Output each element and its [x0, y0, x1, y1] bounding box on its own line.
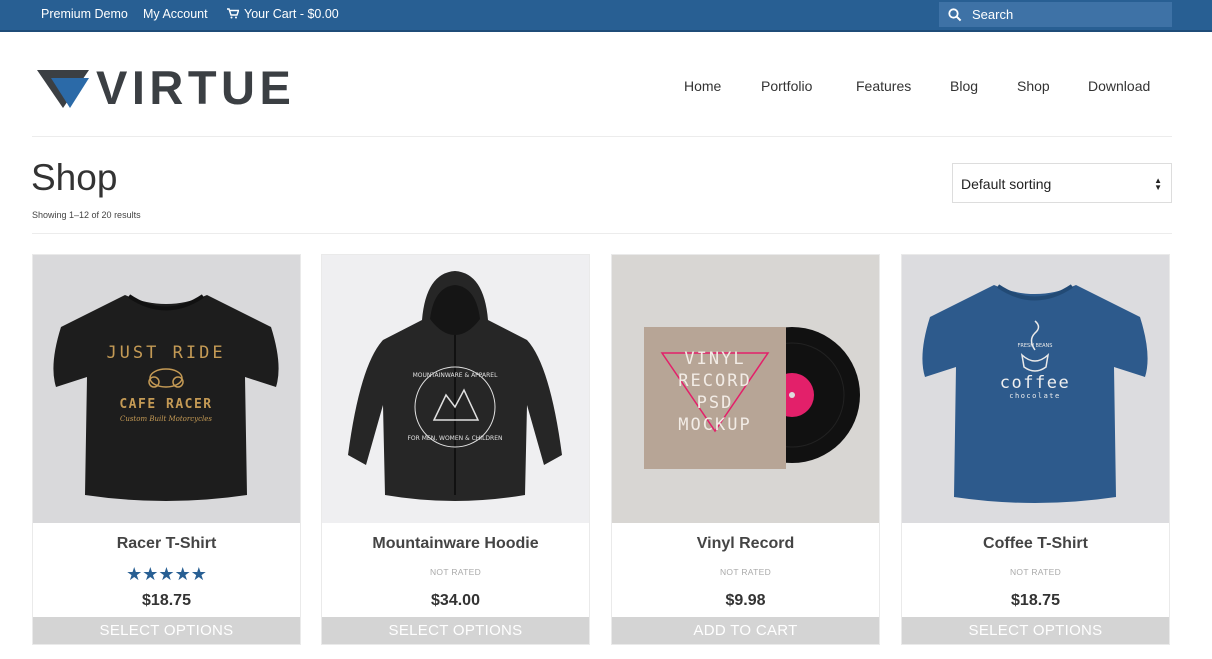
header-divider — [32, 136, 1172, 137]
svg-text:Custom Built Motorcycles: Custom Built Motorcycles — [120, 415, 212, 423]
my-account-link[interactable]: My Account — [143, 7, 208, 21]
star-rating: ★★★★★ — [126, 564, 207, 584]
nav-home[interactable]: Home — [684, 78, 721, 94]
nav-download[interactable]: Download — [1088, 78, 1150, 94]
product-image-mountainware-hoodie[interactable]: MOUNTAINWARE & APPAREL FOR MEN, WOMEN & … — [322, 255, 589, 523]
product-image-coffee-tshirt[interactable]: FRESH BEANS coffee chocolate — [902, 255, 1169, 523]
product-card: FRESH BEANS coffee chocolate Coffee T-Sh… — [901, 254, 1170, 645]
product-name[interactable]: Mountainware Hoodie — [322, 535, 589, 553]
svg-text:FOR MEN, WOMEN & CHILDREN: FOR MEN, WOMEN & CHILDREN — [407, 435, 502, 442]
product-price: $9.98 — [725, 592, 766, 609]
nav-portfolio[interactable]: Portfolio — [761, 78, 812, 94]
product-name[interactable]: Vinyl Record — [612, 535, 879, 553]
sort-select[interactable]: Default sorting ▲ ▼ — [952, 163, 1172, 203]
product-image-racer-tshirt[interactable]: JUST RIDE CAFE RACER Custom Built Motorc… — [33, 255, 300, 523]
product-name[interactable]: Racer T-Shirt — [33, 535, 300, 553]
svg-text:JUST RIDE: JUST RIDE — [106, 343, 225, 363]
tshirt-image: JUST RIDE CAFE RACER Custom Built Motorc… — [33, 255, 300, 523]
rating-status: NOT RATED — [719, 567, 772, 577]
svg-text:FRESH BEANS: FRESH BEANS — [1018, 343, 1053, 349]
logo-text: VIRTUE — [96, 61, 296, 114]
svg-text:MOUNTAINWARE & APPAREL: MOUNTAINWARE & APPAREL — [413, 372, 499, 379]
product-card: MOUNTAINWARE & APPAREL FOR MEN, WOMEN & … — [321, 254, 590, 645]
svg-text:VINYL: VINYL — [684, 349, 745, 369]
select-options-button[interactable]: Select Options — [902, 617, 1169, 644]
search-input[interactable] — [972, 4, 1162, 25]
product-name[interactable]: Coffee T-Shirt — [902, 535, 1169, 553]
cart-link[interactable]: Your Cart - $0.00 — [227, 7, 339, 21]
tshirt-image: FRESH BEANS coffee chocolate — [902, 255, 1169, 523]
product-image-vinyl-record[interactable]: VINYL RECORD PSD MOCKUP — [612, 255, 879, 523]
premium-demo-link[interactable]: Premium Demo — [41, 7, 128, 21]
nav-blog[interactable]: Blog — [950, 78, 978, 94]
select-options-button[interactable]: Select Options — [33, 617, 300, 644]
svg-text:chocolate: chocolate — [1009, 392, 1060, 400]
product-card: JUST RIDE CAFE RACER Custom Built Motorc… — [32, 254, 301, 645]
search-icon[interactable] — [948, 8, 962, 22]
svg-text:RECORD: RECORD — [678, 371, 751, 391]
result-count: Showing 1–12 of 20 results — [32, 210, 141, 220]
product-price: $18.75 — [1011, 592, 1060, 609]
product-card: VINYL RECORD PSD MOCKUP Vinyl Record NOT… — [611, 254, 880, 645]
select-arrows-icon: ▲ ▼ — [1154, 176, 1162, 192]
logo-mark-icon — [37, 70, 89, 108]
vinyl-image: VINYL RECORD PSD MOCKUP — [612, 255, 879, 523]
nav-features[interactable]: Features — [856, 78, 911, 94]
page-title: Shop — [31, 157, 118, 198]
nav-shop[interactable]: Shop — [1017, 78, 1050, 94]
rating-status: NOT RATED — [1009, 567, 1062, 577]
search-box[interactable] — [939, 2, 1172, 27]
product-price: $18.75 — [142, 592, 191, 609]
cart-label: Your Cart - $0.00 — [244, 7, 339, 21]
hoodie-image: MOUNTAINWARE & APPAREL FOR MEN, WOMEN & … — [322, 255, 589, 523]
product-price: $34.00 — [431, 592, 480, 609]
top-bar: Premium Demo My Account Your Cart - $0.0… — [0, 0, 1212, 32]
select-options-button[interactable]: Select Options — [322, 617, 589, 644]
svg-text:MOCKUP: MOCKUP — [678, 415, 751, 435]
rating-status: NOT RATED — [429, 567, 482, 577]
svg-text:coffee: coffee — [1000, 373, 1070, 393]
shop-divider — [32, 233, 1172, 234]
svg-text:CAFE RACER: CAFE RACER — [119, 397, 212, 412]
cart-icon — [227, 8, 239, 19]
sort-selected-value: Default sorting — [961, 176, 1052, 192]
svg-text:PSD: PSD — [697, 393, 734, 413]
add-to-cart-button[interactable]: Add to cart — [612, 617, 879, 644]
